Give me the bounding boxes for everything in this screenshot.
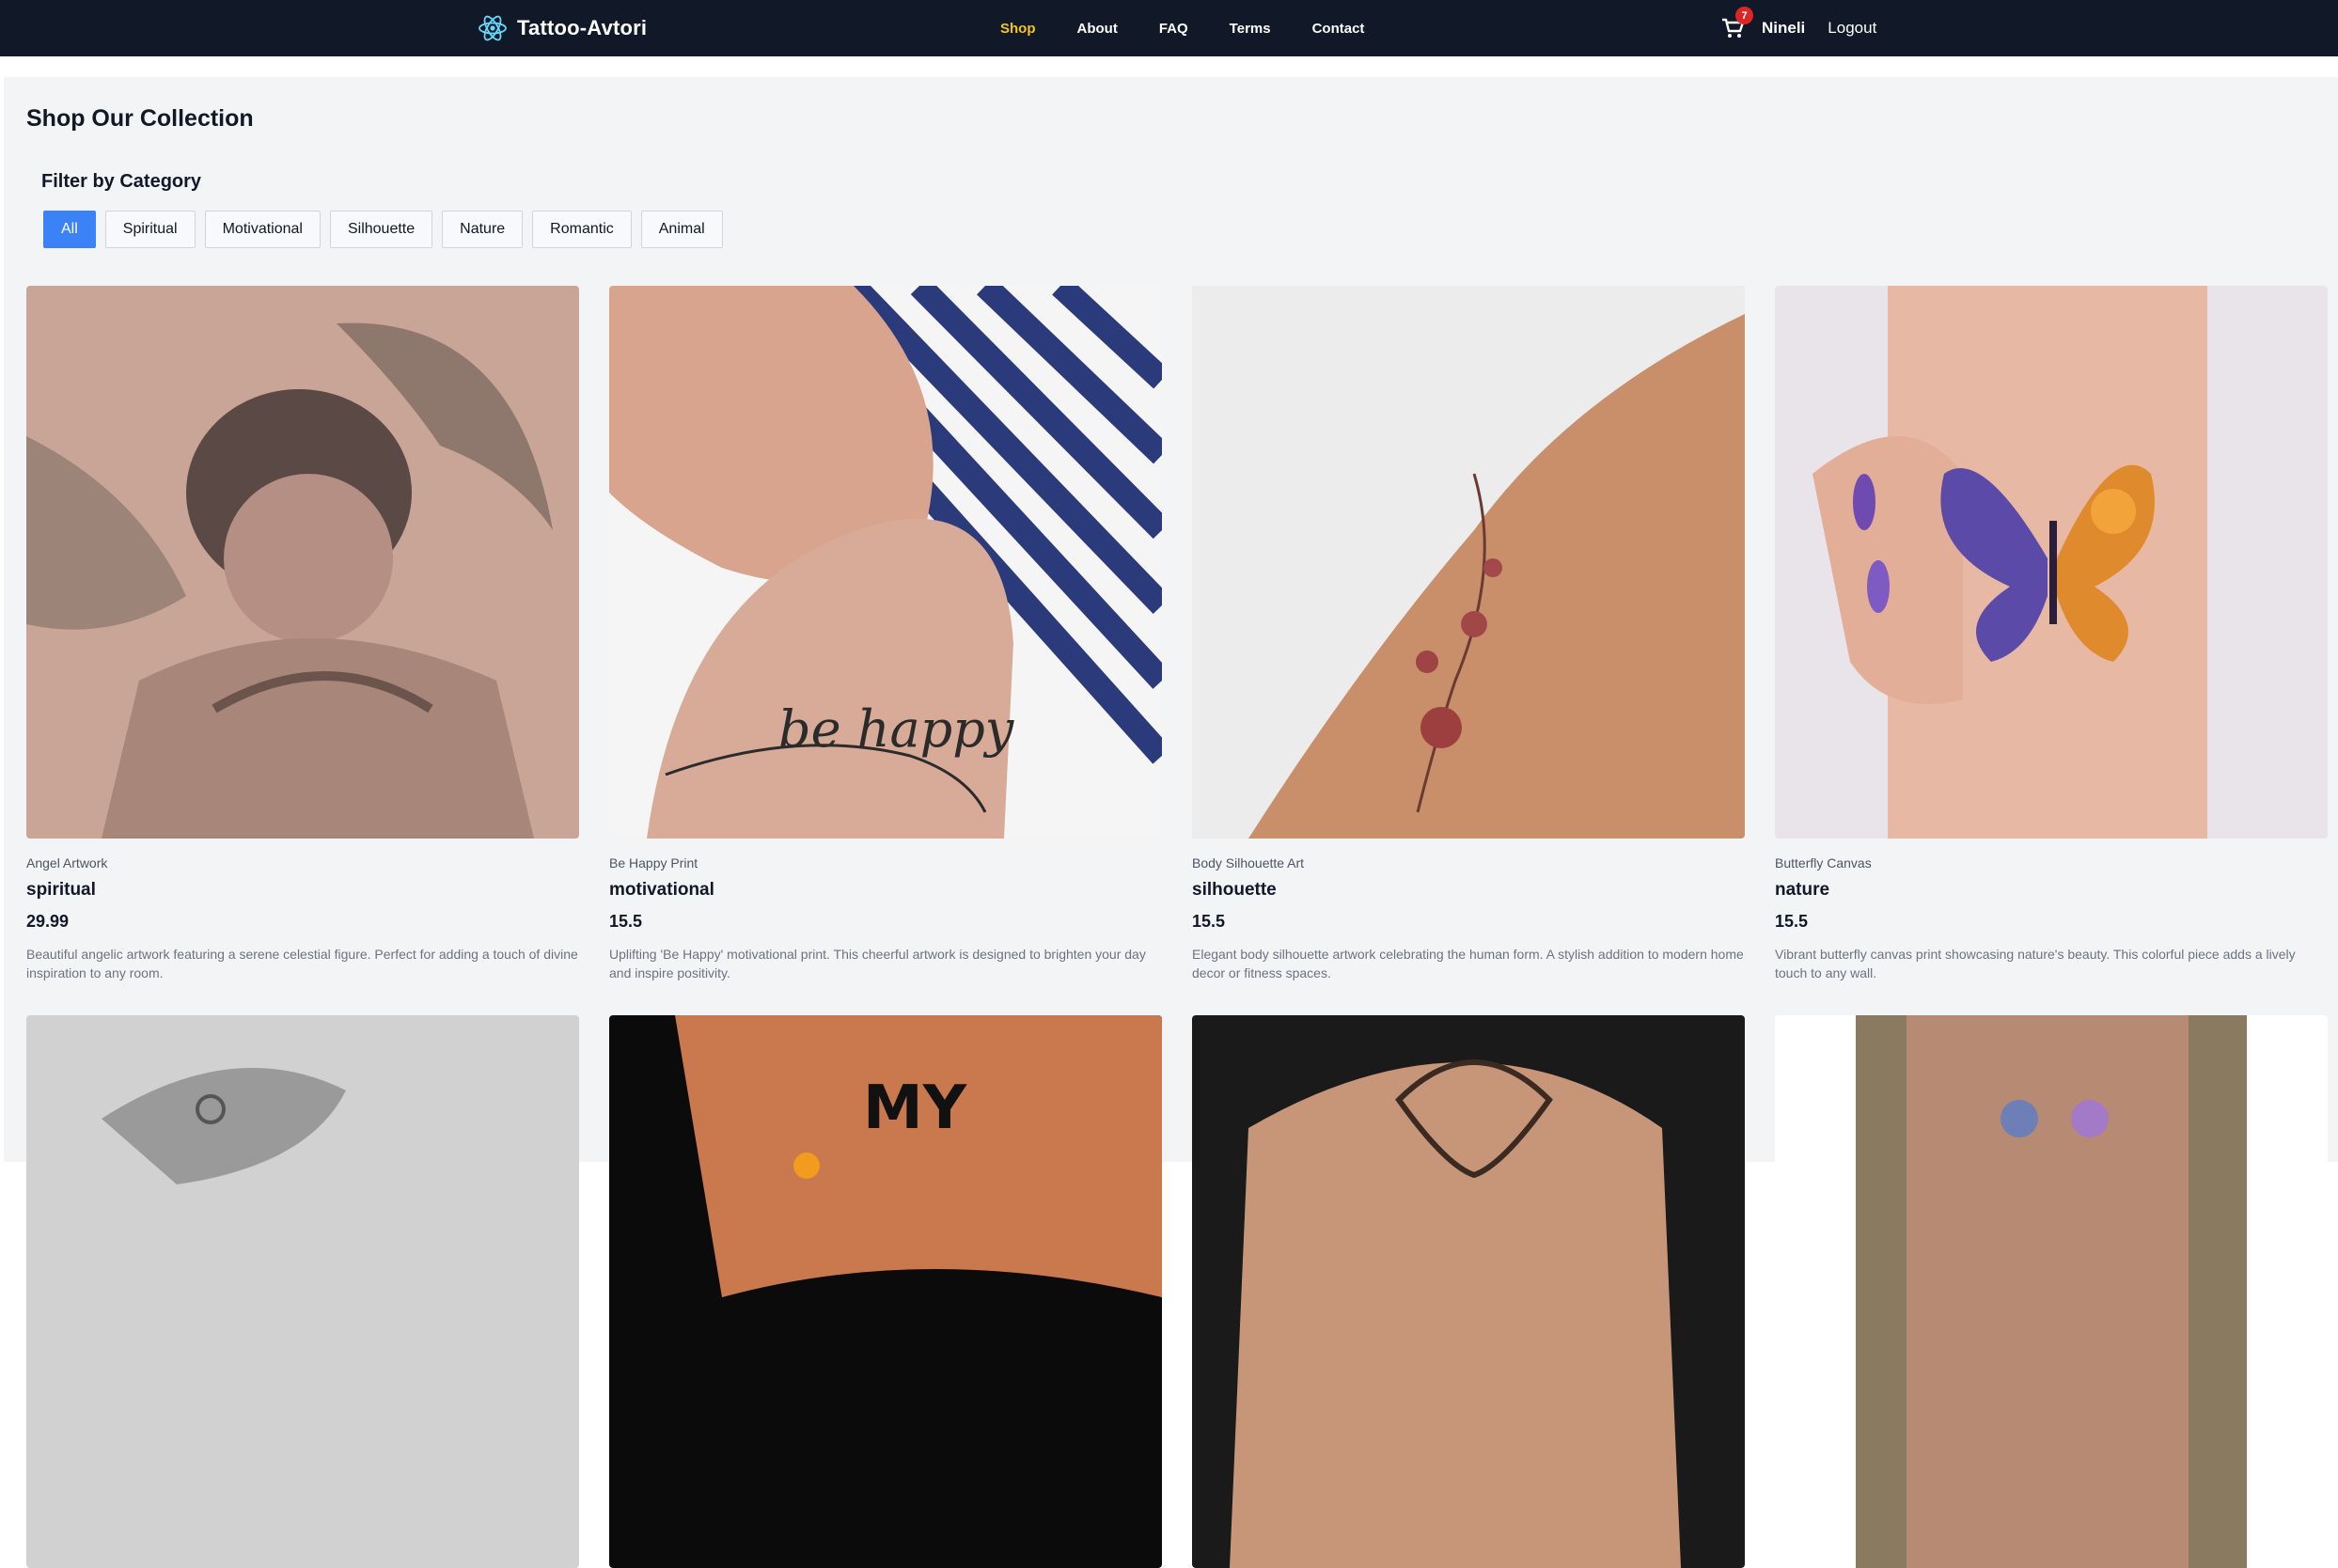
product-description: Elegant body silhouette artwork celebrat… xyxy=(1192,947,1744,980)
page-title: Shop Our Collection xyxy=(26,105,254,132)
product-card[interactable]: Butterfly Canvas nature 15.5 Vibrant but… xyxy=(1775,286,2328,982)
filter-all[interactable]: All xyxy=(43,211,96,248)
main-nav: Shop About FAQ Terms Contact xyxy=(1000,0,1405,56)
product-price: 15.5 xyxy=(1775,912,1809,931)
filter-romantic[interactable]: Romantic xyxy=(532,211,632,248)
nav-faq[interactable]: FAQ xyxy=(1159,21,1188,37)
filter-animal[interactable]: Animal xyxy=(640,211,723,248)
react-atom-icon xyxy=(479,15,507,41)
product-price: 15.5 xyxy=(1192,912,1226,931)
product-category: motivational xyxy=(609,880,714,900)
product-image[interactable] xyxy=(26,286,579,839)
product-card[interactable] xyxy=(1192,1015,1745,1568)
main-content: Shop Our Collection Filter by Category A… xyxy=(4,77,2338,1568)
product-image[interactable] xyxy=(1775,286,2328,839)
filter-motivational[interactable]: Motivational xyxy=(204,211,321,248)
product-image[interactable]: be happy xyxy=(609,286,1162,839)
product-category: silhouette xyxy=(1192,880,1277,900)
product-card[interactable]: Angel Artwork spiritual 29.99 Beautiful … xyxy=(26,286,579,982)
product-price: 15.5 xyxy=(609,912,643,931)
nav-contact[interactable]: Contact xyxy=(1312,21,1365,37)
my-tattoo-text: MY xyxy=(863,1074,967,1143)
product-image[interactable] xyxy=(26,1015,579,1568)
filter-silhouette[interactable]: Silhouette xyxy=(329,211,433,248)
nav-shop[interactable]: Shop xyxy=(1000,21,1036,37)
product-category: nature xyxy=(1775,880,1830,900)
brand-name: Tattoo-Avtori xyxy=(517,16,648,39)
product-image[interactable]: MY xyxy=(609,1015,1162,1568)
product-name: Body Silhouette Art xyxy=(1192,855,1305,870)
user-name: Nineli xyxy=(1762,19,1806,37)
be-happy-tattoo-text: be happy xyxy=(778,699,1015,759)
filter-title: Filter by Category xyxy=(41,171,202,192)
product-description: Beautiful angelic artwork featuring a se… xyxy=(26,947,578,980)
product-image[interactable] xyxy=(1192,1015,1745,1568)
product-description: Uplifting 'Be Happy' motivational print.… xyxy=(609,947,1146,980)
product-name: Be Happy Print xyxy=(609,855,698,870)
product-card[interactable] xyxy=(26,1015,579,1568)
nav-terms[interactable]: Terms xyxy=(1230,21,1271,37)
product-card[interactable]: Body Silhouette Art silhouette 15.5 Eleg… xyxy=(1192,286,1745,982)
product-card[interactable] xyxy=(1775,1015,2328,1568)
product-name: Butterfly Canvas xyxy=(1775,855,1872,870)
product-image[interactable] xyxy=(1192,286,1745,839)
filter-nature[interactable]: Nature xyxy=(442,211,524,248)
logout-button[interactable]: Logout xyxy=(1828,19,1876,38)
product-image[interactable] xyxy=(1775,1015,2328,1568)
category-filters: All Spiritual Motivational Silhouette Na… xyxy=(43,211,723,248)
top-navbar: Tattoo-Avtori Shop About FAQ Terms Conta… xyxy=(0,0,2338,56)
product-category: spiritual xyxy=(26,880,96,900)
product-card[interactable]: be happy Be Happy Print motivational 15.… xyxy=(609,286,1162,982)
cart-button[interactable]: 7 xyxy=(1720,7,1753,40)
product-name: Angel Artwork xyxy=(26,855,108,870)
product-price: 29.99 xyxy=(26,912,70,931)
nav-about[interactable]: About xyxy=(1077,21,1118,37)
cart-count-badge: 7 xyxy=(1735,7,1753,24)
user-area: 7 Nineli Logout xyxy=(1720,0,1876,56)
product-card[interactable]: MY xyxy=(609,1015,1162,1568)
filter-spiritual[interactable]: Spiritual xyxy=(104,211,196,248)
product-description: Vibrant butterfly canvas print showcasin… xyxy=(1775,947,2296,980)
brand[interactable]: Tattoo-Avtori xyxy=(478,13,647,43)
